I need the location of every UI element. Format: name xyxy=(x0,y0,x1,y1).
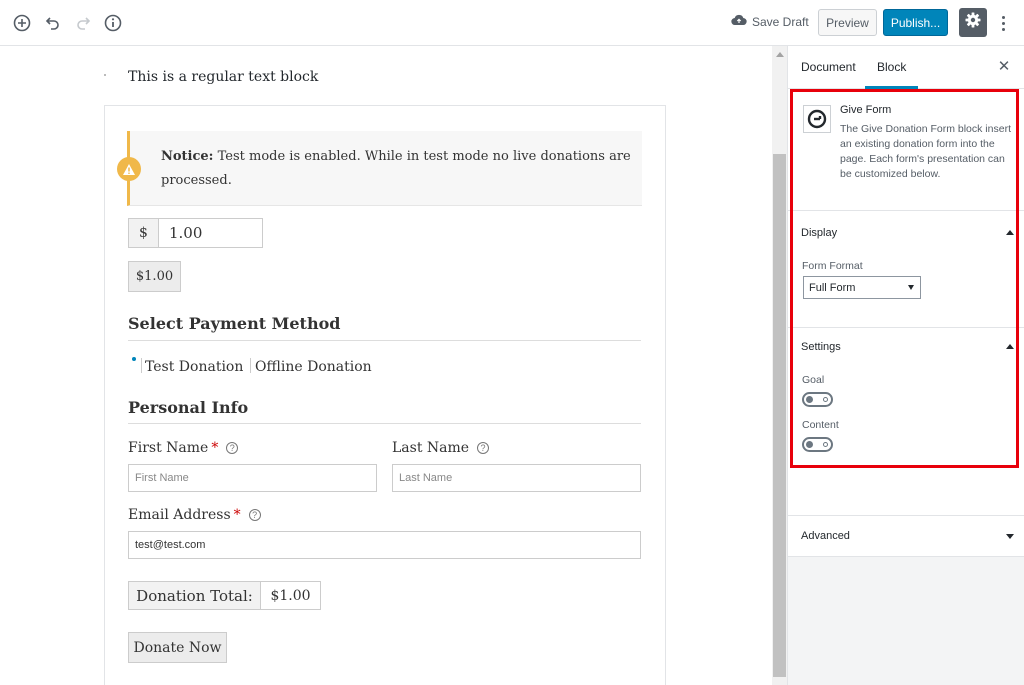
divider xyxy=(250,358,251,373)
goal-toggle[interactable] xyxy=(802,392,833,407)
personal-info-title: Personal Info xyxy=(128,398,249,417)
save-draft-label: Save Draft xyxy=(752,14,809,29)
help-icon[interactable]: ? xyxy=(248,509,261,521)
chevron-up-icon[interactable] xyxy=(1006,230,1014,235)
chevron-up-icon[interactable] xyxy=(1006,344,1014,349)
test-mode-notice: Notice: Test mode is enabled. While in t… xyxy=(117,131,642,206)
give-logo-icon xyxy=(803,105,831,133)
advanced-panel[interactable]: Advanced xyxy=(788,515,1024,557)
divider xyxy=(128,340,641,341)
divider xyxy=(128,423,641,424)
settings-panel-toggle[interactable]: Settings xyxy=(801,341,841,353)
block-card: Give Form The Give Donation Form block i… xyxy=(788,89,1024,211)
sidebar-tabs: Document Block ✕ xyxy=(788,46,1024,89)
cloud-upload-icon xyxy=(731,14,747,29)
preview-button[interactable]: Preview xyxy=(818,9,877,36)
donate-now-button[interactable]: Donate Now xyxy=(128,632,227,663)
gateway-test-donation[interactable]: Test Donation xyxy=(145,359,243,375)
last-name-field[interactable]: Last Name xyxy=(392,464,641,492)
tab-block[interactable]: Block xyxy=(864,60,919,89)
help-icon[interactable]: ? xyxy=(477,442,490,454)
chevron-down-icon[interactable] xyxy=(1006,534,1014,539)
block-description: The Give Donation Form block insert an e… xyxy=(840,123,1011,180)
required-marker: * xyxy=(233,507,241,523)
notice-text: Notice: Test mode is enabled. While in t… xyxy=(161,149,631,188)
content-label: Content xyxy=(802,419,839,431)
selected-gateway-indicator xyxy=(132,357,136,361)
gateway-offline-donation[interactable]: Offline Donation xyxy=(255,359,372,375)
more-vertical-icon[interactable] xyxy=(996,11,1010,35)
save-draft-button[interactable]: Save Draft xyxy=(731,14,809,29)
editor-toolbar: Save Draft Preview Publish... xyxy=(0,0,1024,46)
email-label: Email Address * ? xyxy=(128,507,261,523)
info-icon[interactable] xyxy=(102,12,124,34)
add-block-icon[interactable] xyxy=(11,12,33,34)
donation-total-group: Donation Total: $1.00 xyxy=(128,581,321,610)
editor-scrollbar[interactable] xyxy=(772,46,787,685)
chevron-down-icon xyxy=(908,285,914,290)
form-format-select[interactable]: Full Form xyxy=(803,276,921,299)
email-field[interactable]: test@test.com xyxy=(128,531,641,559)
currency-symbol: $ xyxy=(128,218,159,248)
warning-icon xyxy=(117,157,141,181)
block-handle[interactable] xyxy=(104,74,106,76)
last-name-label: Last Name ? xyxy=(392,440,490,456)
undo-icon[interactable] xyxy=(42,12,64,34)
required-marker: * xyxy=(211,440,219,456)
redo-icon[interactable] xyxy=(72,12,94,34)
scroll-up-icon[interactable] xyxy=(776,52,784,57)
donation-amount-group: $ 1.00 xyxy=(128,218,263,248)
donation-total-value: $1.00 xyxy=(261,581,321,610)
settings-sidebar: Document Block ✕ Give Form The Give Dona… xyxy=(787,46,1024,685)
payment-section-title: Select Payment Method xyxy=(128,314,341,333)
first-name-field[interactable]: First Name xyxy=(128,464,377,492)
advanced-panel-toggle[interactable]: Advanced xyxy=(801,530,850,542)
gear-icon xyxy=(964,11,982,34)
divider xyxy=(788,327,1024,328)
donation-level-button[interactable]: $1.00 xyxy=(128,261,181,292)
block-title: Give Form xyxy=(840,104,892,116)
publish-button[interactable]: Publish... xyxy=(883,9,948,36)
settings-toggle-button[interactable] xyxy=(959,8,987,37)
help-icon[interactable]: ? xyxy=(226,442,239,454)
donation-total-label: Donation Total: xyxy=(128,581,261,610)
first-name-label: First Name * ? xyxy=(128,440,239,456)
goal-label: Goal xyxy=(802,374,825,386)
scrollbar-thumb[interactable] xyxy=(773,154,786,677)
block-inspector: Give Form The Give Donation Form block i… xyxy=(788,89,1024,515)
display-panel-toggle[interactable]: Display xyxy=(801,227,837,239)
content-toggle[interactable] xyxy=(802,437,833,452)
paragraph-block[interactable]: This is a regular text block xyxy=(128,69,318,85)
form-format-label: Form Format xyxy=(802,260,863,272)
divider xyxy=(141,358,142,373)
editor-canvas: This is a regular text block Notice: Tes… xyxy=(0,46,772,685)
donation-amount-input[interactable]: 1.00 xyxy=(159,218,263,248)
tab-document[interactable]: Document xyxy=(801,60,856,74)
close-icon[interactable]: ✕ xyxy=(996,58,1012,75)
